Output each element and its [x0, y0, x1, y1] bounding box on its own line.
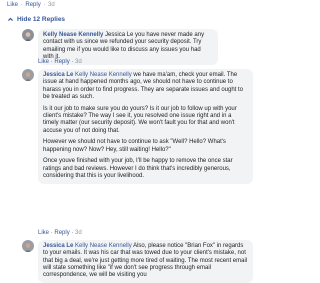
comment-actions: Like · Reply · 3d	[38, 59, 82, 65]
avatar[interactable]	[22, 69, 34, 81]
like-link[interactable]: Like	[7, 2, 18, 8]
profile-photo-icon	[24, 72, 32, 81]
comment-text: we have ma'am, check your email. The iss…	[43, 72, 244, 100]
timestamp[interactable]: 3d	[75, 59, 82, 65]
comment-bubble: Jessica Le Kelly Nease Kennelly Also, pl…	[38, 240, 253, 283]
comment-author[interactable]: Jessica Le	[43, 243, 73, 249]
comment-text: Also, please notice "Brian Fox" in regar…	[43, 243, 248, 279]
hide-replies-toggle[interactable]: Hide 12 Replies	[7, 16, 65, 23]
comment-author[interactable]: Kelly Nease Kennelly	[43, 32, 103, 38]
comment-paragraph: Is it our job to make sure you do yours?…	[43, 105, 237, 134]
like-link[interactable]: Like	[38, 59, 49, 65]
like-link[interactable]: Like	[38, 230, 49, 236]
chevron-up-icon	[8, 17, 13, 21]
timestamp[interactable]: 3d	[75, 230, 82, 236]
separator: ·	[43, 2, 46, 8]
separator: ·	[71, 59, 74, 65]
reply-comment: Jessica Le Kelly Nease Kennelly we have …	[22, 69, 253, 185]
profile-photo-icon	[24, 243, 32, 252]
comment-author[interactable]: Jessica Le	[43, 72, 73, 78]
comment-actions: Like · Reply · 3d	[38, 230, 82, 236]
reply-link[interactable]: Reply	[54, 59, 69, 65]
separator: ·	[71, 230, 74, 236]
mention-link[interactable]: Kelly Nease Kennelly	[75, 243, 132, 249]
reply-link[interactable]: Reply	[54, 230, 69, 236]
hide-replies-label: Hide 12 Replies	[17, 16, 66, 23]
reply-link[interactable]: Reply	[25, 2, 40, 8]
comment-paragraph: Once youve finished with your job, I'll …	[43, 158, 233, 180]
separator: ·	[50, 59, 53, 65]
separator: ·	[20, 2, 23, 8]
profile-photo-icon	[24, 32, 32, 41]
reply-comment: Jessica Le Kelly Nease Kennelly Also, pl…	[22, 240, 253, 283]
comment-bubble: Jessica Le Kelly Nease Kennelly we have …	[38, 69, 253, 185]
avatar[interactable]	[22, 29, 34, 41]
separator: ·	[50, 230, 53, 236]
comment-paragraph: However we should not have to continue t…	[43, 139, 226, 153]
mention-link[interactable]: Kelly Nease Kennelly	[75, 72, 132, 78]
comment-actions: Like · Reply · 3d	[7, 2, 55, 8]
timestamp[interactable]: 3d	[48, 2, 55, 8]
avatar[interactable]	[22, 240, 34, 252]
